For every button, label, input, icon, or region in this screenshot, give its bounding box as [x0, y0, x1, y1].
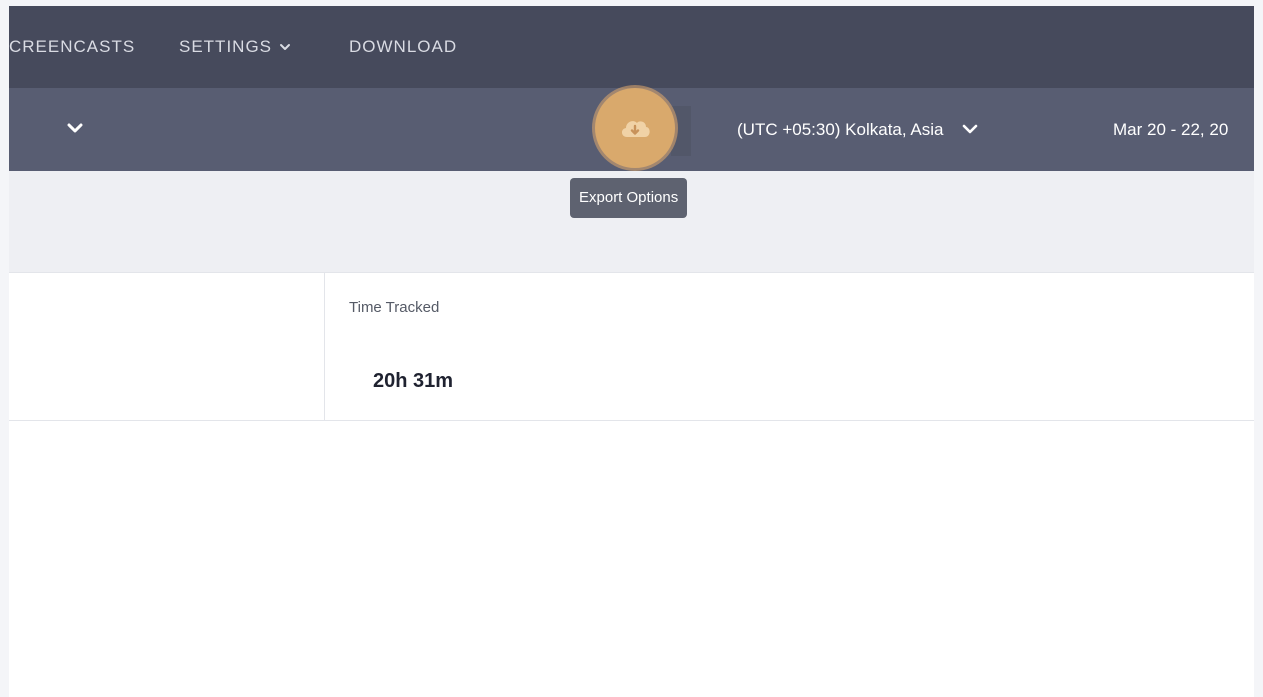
- table-header: Time Tracked: [9, 272, 1254, 344]
- timezone-select[interactable]: (UTC +05:30) Kolkata, Asia: [737, 88, 979, 171]
- nav-item-label: CREENCASTS: [9, 37, 136, 56]
- chevron-down-icon: [963, 124, 978, 133]
- column-header-time-tracked: Time Tracked: [349, 299, 440, 316]
- cloud-download-icon: [621, 121, 650, 137]
- table-row: 20h 31m: [9, 343, 1254, 421]
- column-divider: [324, 273, 325, 343]
- chevron-down-icon: [280, 44, 291, 50]
- export-options-tooltip: Export Options: [570, 178, 688, 218]
- timezone-value: (UTC +05:30) Kolkata, Asia: [737, 119, 944, 139]
- nav-item-settings[interactable]: SETTINGS: [179, 6, 291, 88]
- chevron-down-icon[interactable]: [65, 121, 85, 137]
- nav-item-screencasts[interactable]: CREENCASTS: [9, 6, 135, 88]
- date-range-value: Mar 20 - 22, 20: [1113, 119, 1229, 139]
- nav-item-label: SETTINGS: [179, 37, 273, 56]
- nav-item-download[interactable]: DOWNLOAD: [349, 6, 457, 88]
- nav-item-label: DOWNLOAD: [349, 37, 458, 56]
- export-button[interactable]: [595, 88, 675, 168]
- app-frame: CREENCASTS SETTINGS DOWNLOAD (UTC +05:30…: [9, 6, 1254, 697]
- column-divider: [324, 343, 325, 420]
- date-range-picker[interactable]: Mar 20 - 22, 20: [1113, 88, 1228, 171]
- top-navigation: CREENCASTS SETTINGS DOWNLOAD: [9, 6, 1254, 88]
- time-tracked-value: 20h 31m: [373, 370, 454, 392]
- tooltip-text: Export Options: [579, 189, 679, 206]
- filter-bar: (UTC +05:30) Kolkata, Asia Mar 20 - 22, …: [9, 88, 1254, 171]
